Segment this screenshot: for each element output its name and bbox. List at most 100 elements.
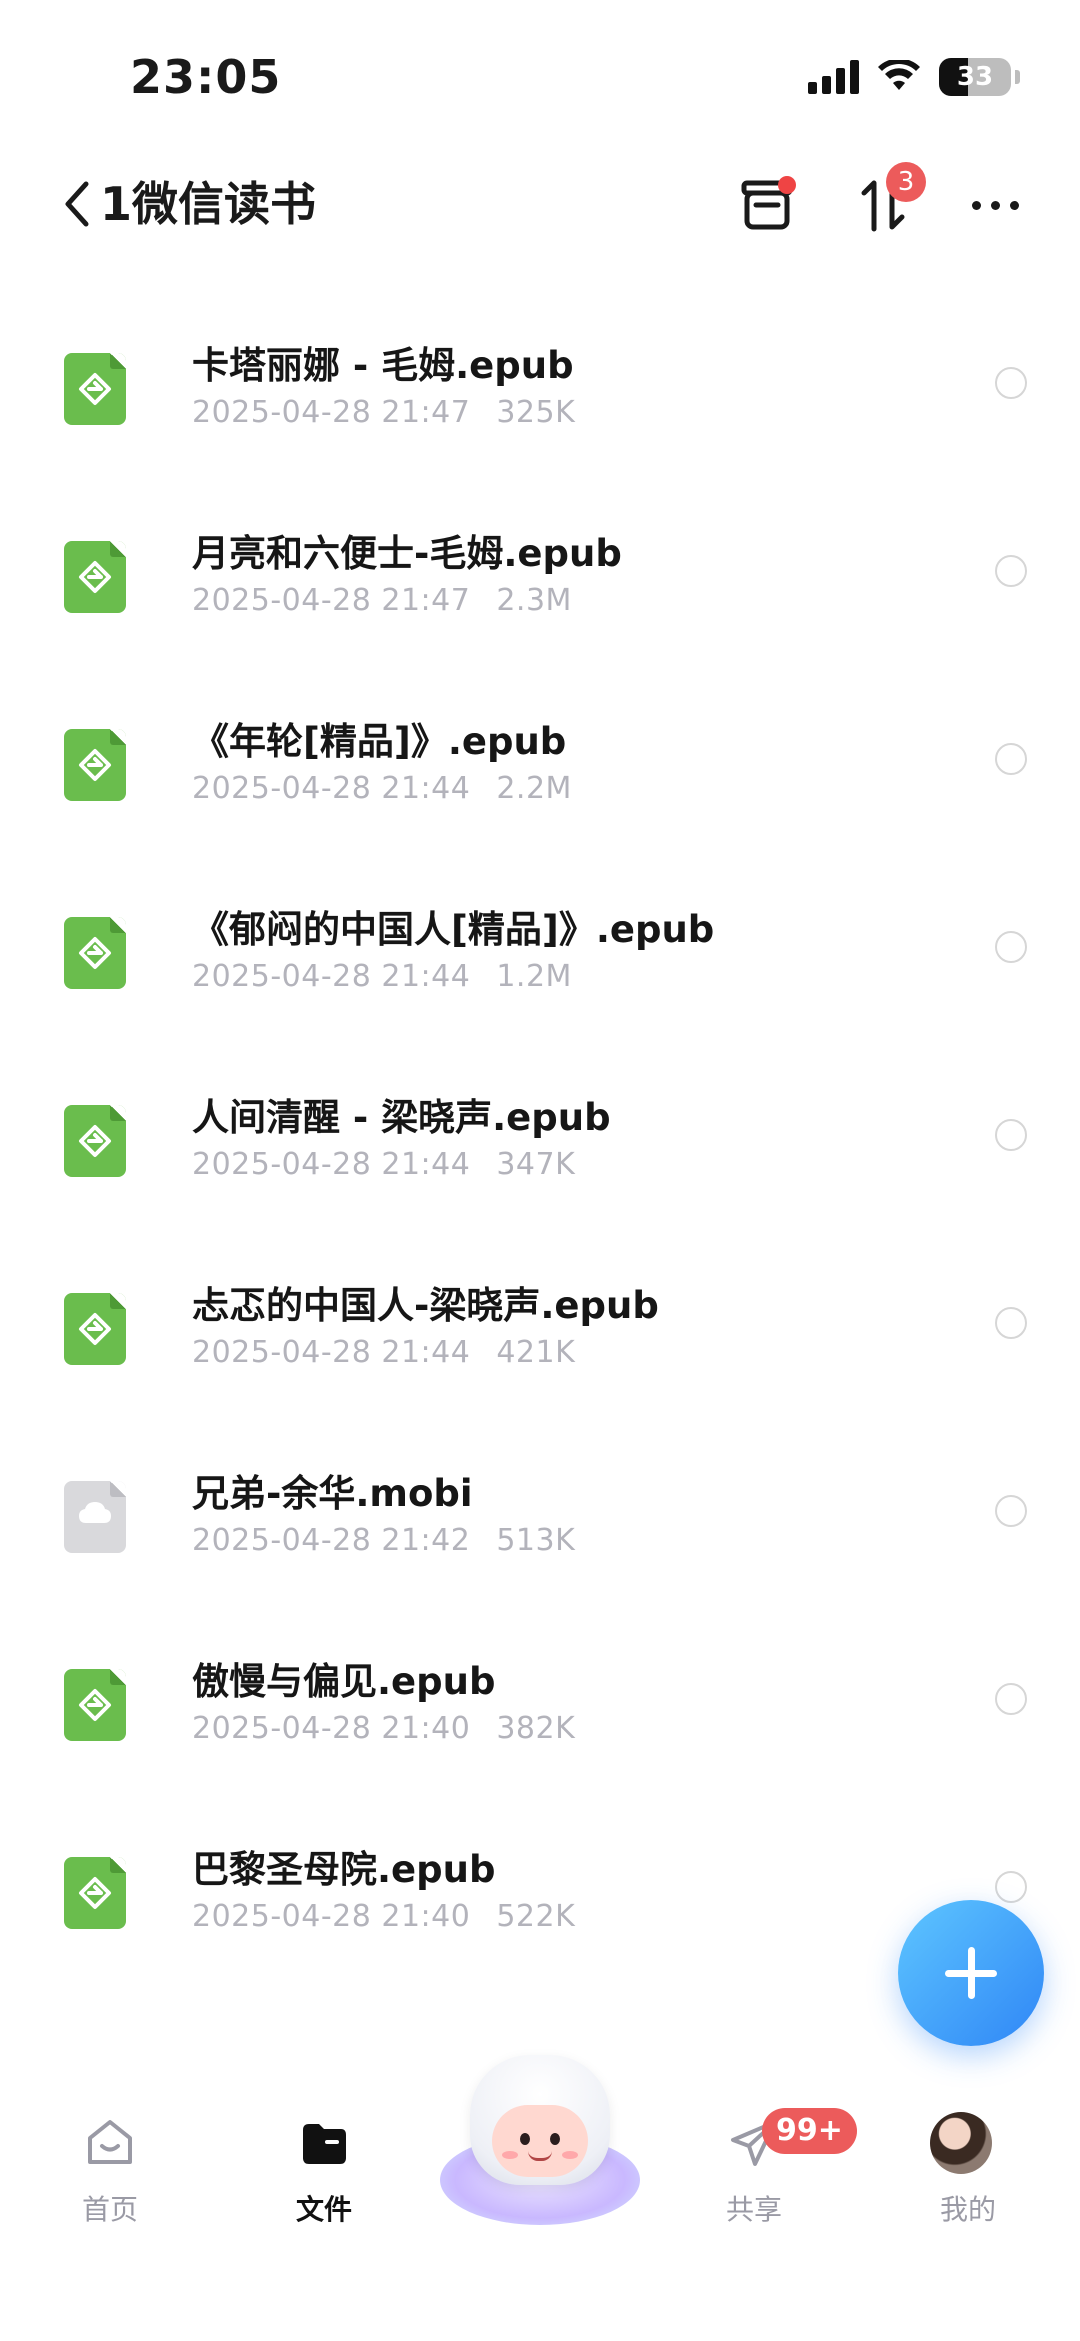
nav-bar: 1微信读书 3 [0,160,1080,250]
file-row[interactable]: 月亮和六便士-毛姆.epub 2025-04-28 21:47 2.3M [0,501,1080,689]
select-checkbox[interactable] [995,743,1027,775]
tab-share-label: 共享 [725,2193,782,2226]
file-date: 2025-04-28 21:47 [192,395,471,430]
archive-button[interactable] [732,170,802,240]
file-size: 382K [496,1711,576,1746]
file-row[interactable]: 人间清醒 - 梁晓声.epub 2025-04-28 21:44 347K [0,1065,1080,1253]
epub-file-icon [64,1857,126,1929]
select-checkbox[interactable] [995,1683,1027,1715]
chevron-left-icon [65,181,89,227]
file-size: 2.3M [496,583,572,618]
cellular-signal-icon [808,60,859,94]
file-date: 2025-04-28 21:44 [192,1335,471,1370]
mascot-cheek-right [562,2151,578,2159]
file-size: 1.2M [496,959,572,994]
file-date: 2025-04-28 21:44 [192,1147,471,1182]
file-date: 2025-04-28 21:40 [192,1711,471,1746]
file-row[interactable]: 《郁闷的中国人[精品]》.epub 2025-04-28 21:44 1.2M [0,877,1080,1065]
file-row[interactable]: 忐忑的中国人-梁晓声.epub 2025-04-28 21:44 421K [0,1253,1080,1441]
file-size: 522K [496,1899,576,1934]
file-size: 421K [496,1335,576,1370]
tab-files-label: 文件 [295,2193,352,2226]
mascot-eye-right [550,2133,560,2145]
file-date: 2025-04-28 21:47 [192,583,471,618]
epub-file-icon [64,353,126,425]
epub-file-icon [64,1105,126,1177]
file-meta: 2025-04-28 21:42 513K [192,1523,575,1558]
epub-file-icon [64,1293,126,1365]
back-button[interactable] [58,174,98,234]
folder-icon [303,2124,346,2164]
file-meta: 2025-04-28 21:44 2.2M [192,771,572,806]
file-name: 《年轮[精品]》.epub [192,720,567,763]
tab-me-label: 我的 [939,2193,996,2226]
file-date: 2025-04-28 21:42 [192,1523,471,1558]
avatar [930,2112,992,2174]
transfer-badge: 3 [886,162,926,202]
file-size: 513K [496,1523,576,1558]
file-name: 《郁闷的中国人[精品]》.epub [192,908,715,951]
file-meta: 2025-04-28 21:44 1.2M [192,959,572,994]
select-checkbox[interactable] [995,367,1027,399]
file-row[interactable]: 卡塔丽娜 - 毛姆.epub 2025-04-28 21:47 325K [0,313,1080,501]
epub-file-icon [64,541,126,613]
more-button[interactable] [960,170,1030,240]
page-title: 1微信读书 [100,177,317,231]
file-name: 兄弟-余华.mobi [192,1472,473,1515]
select-checkbox[interactable] [995,1871,1027,1903]
select-checkbox[interactable] [995,1495,1027,1527]
notification-dot [778,176,796,194]
file-row[interactable]: 兄弟-余华.mobi 2025-04-28 21:42 513K [0,1441,1080,1629]
file-date: 2025-04-28 21:44 [192,771,471,806]
select-checkbox[interactable] [995,555,1027,587]
mascot-face [492,2105,588,2177]
ai-assistant-mascot-button[interactable] [440,2055,640,2235]
file-meta: 2025-04-28 21:44 347K [192,1147,575,1182]
file-row[interactable]: 傲慢与偏见.epub 2025-04-28 21:40 382K [0,1629,1080,1817]
file-row[interactable]: 2025-04-28 21:48525K [0,250,1080,313]
tab-home-label: 首页 [81,2193,138,2226]
file-name: 卡塔丽娜 - 毛姆.epub [192,344,574,387]
file-name: 傲慢与偏见.epub [192,1660,496,1703]
epub-file-icon [64,917,126,989]
cloud-file-icon [64,1481,126,1553]
file-meta: 2025-04-28 21:44 421K [192,1335,575,1370]
file-meta: 2025-04-28 21:47 325K [192,395,575,430]
home-icon [88,2120,132,2164]
file-name: 忐忑的中国人-梁晓声.epub [192,1284,659,1327]
add-button[interactable] [898,1900,1044,2046]
file-meta: 2025-04-28 21:47 2.3M [192,583,572,618]
file-size: 347K [496,1147,576,1182]
files-screen: 23:05 33 1微信读书 3 卡塔丽娜 - 毛姆.epub 2025-04-… [0,0,1080,2341]
select-checkbox[interactable] [995,1307,1027,1339]
mascot-eye-left [520,2133,530,2145]
tab-me[interactable]: 我的 [898,2112,1038,2228]
tab-files[interactable]: 文件 [254,2118,394,2228]
file-size: 325K [496,395,576,430]
file-date: 2025-04-28 21:44 [192,959,471,994]
status-time: 23:05 [130,50,282,104]
file-meta: 2025-04-28 21:40 382K [192,1711,575,1746]
file-name: 巴黎圣母院.epub [192,1848,496,1891]
select-checkbox[interactable] [995,1119,1027,1151]
file-name: 人间清醒 - 梁晓声.epub [192,1096,611,1139]
file-name: 月亮和六便士-毛姆.epub [192,532,622,575]
wifi-icon [878,60,920,90]
file-size: 2.2M [496,771,572,806]
share-badge: 99+ [762,2108,857,2154]
battery-level: 33 [956,62,994,92]
status-bar: 23:05 33 [0,0,1080,150]
mascot-cheek-left [502,2151,518,2159]
file-list: 2025-04-28 21:48525K 卡塔丽娜 - 毛姆.epub 2025-0… [0,250,1080,2050]
file-row[interactable]: 《年轮[精品]》.epub 2025-04-28 21:44 2.2M [0,689,1080,877]
epub-file-icon [64,1669,126,1741]
file-date: 2025-04-28 21:40 [192,1899,471,1934]
battery-icon: 33 [939,58,1011,96]
more-icon [971,200,1019,210]
tab-home[interactable]: 首页 [40,2118,180,2228]
file-meta: 2025-04-28 21:40 522K [192,1899,575,1934]
status-icons: 33 [808,58,1020,96]
transfer-button[interactable]: 3 [848,162,926,240]
select-checkbox[interactable] [995,931,1027,963]
epub-file-icon [64,729,126,801]
